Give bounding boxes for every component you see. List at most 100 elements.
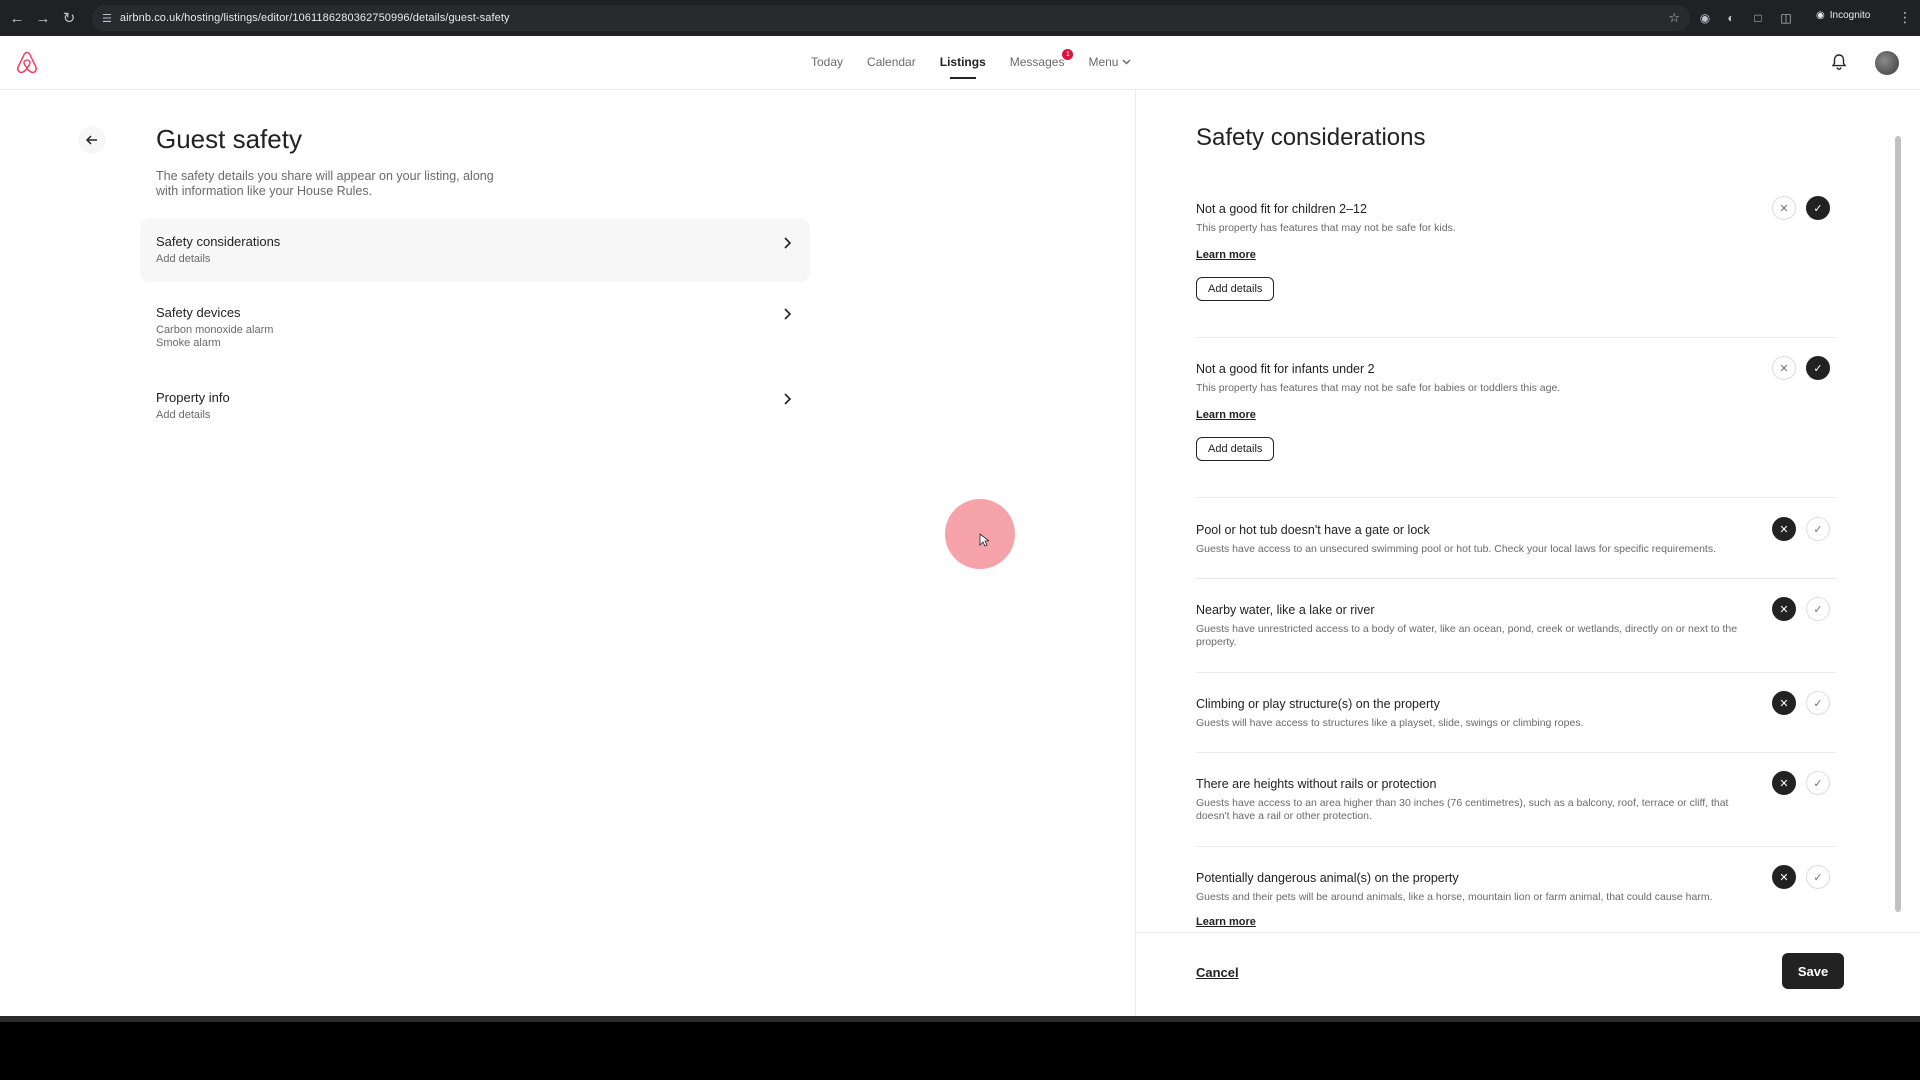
- extensions-puzzle-icon[interactable]: ◫: [1778, 10, 1794, 26]
- close-icon: ✕: [1779, 523, 1789, 536]
- yes-toggle[interactable]: ✓: [1806, 517, 1830, 541]
- cursor-icon: [979, 533, 989, 547]
- check-icon: ✓: [1813, 697, 1823, 710]
- item-description: Guests will have access to structures li…: [1196, 717, 1584, 729]
- close-icon: ✕: [1779, 777, 1789, 790]
- item-description: Guests and their pets will be around ani…: [1196, 891, 1713, 903]
- close-icon: ✕: [1779, 871, 1789, 884]
- messages-badge: 1: [1062, 49, 1074, 60]
- scrollbar-thumb[interactable]: [1895, 136, 1901, 912]
- row-sub: Smoke alarm: [156, 337, 221, 349]
- nav-menu-label: Menu: [1088, 55, 1119, 69]
- consideration-item: Potentially dangerous animal(s) on the p…: [1196, 865, 1836, 941]
- incognito-label: Incognito: [1829, 10, 1871, 21]
- item-description: Guests have unrestricted access to a bod…: [1196, 623, 1738, 648]
- cancel-button[interactable]: Cancel: [1196, 965, 1239, 980]
- property-info-row[interactable]: Property info Add details: [140, 374, 810, 438]
- learn-more-link[interactable]: Learn more: [1196, 409, 1836, 421]
- host-nav: Today Calendar Listings Messages 1 Menu: [811, 49, 1155, 79]
- extension-icon[interactable]: ◉: [1697, 10, 1713, 26]
- row-sub: Carbon monoxide alarm: [156, 324, 274, 336]
- safety-considerations-panel: Safety considerations Not a good fit for…: [1136, 90, 1920, 1016]
- check-icon: ✓: [1813, 202, 1823, 215]
- reload-icon[interactable]: ↻: [56, 5, 82, 31]
- yes-toggle[interactable]: ✓: [1806, 865, 1830, 889]
- item-title: Potentially dangerous animal(s) on the p…: [1196, 871, 1459, 885]
- check-icon: ✓: [1813, 362, 1823, 375]
- row-sub: Add details: [156, 253, 211, 265]
- nav-messages[interactable]: Messages 1: [1009, 49, 1074, 69]
- address-bar[interactable]: ☰ airbnb.co.uk/hosting/listings/editor/1…: [92, 5, 1690, 31]
- extension-icon[interactable]: □: [1750, 10, 1766, 26]
- add-details-button[interactable]: Add details: [1196, 277, 1275, 301]
- safety-devices-row[interactable]: Safety devices Carbon monoxide alarm Smo…: [140, 289, 810, 369]
- row-sub: Add details: [156, 409, 211, 421]
- url-text: airbnb.co.uk/hosting/listings/editor/106…: [119, 12, 510, 24]
- site-info-icon[interactable]: ☰: [102, 12, 112, 25]
- safety-considerations-row[interactable]: Safety considerations Add details: [140, 218, 810, 282]
- no-toggle[interactable]: ✕: [1772, 597, 1796, 621]
- airbnb-logo-icon[interactable]: [14, 50, 40, 76]
- consideration-item: There are heights without rails or prote…: [1196, 771, 1836, 847]
- bookmark-star-icon[interactable]: ☆: [1668, 10, 1680, 26]
- close-icon: ✕: [1779, 362, 1789, 375]
- no-toggle[interactable]: ✕: [1772, 356, 1796, 380]
- close-icon: ✕: [1779, 603, 1789, 616]
- yes-toggle[interactable]: ✓: [1806, 356, 1830, 380]
- yes-toggle[interactable]: ✓: [1806, 691, 1830, 715]
- item-title: Climbing or play structure(s) on the pro…: [1196, 697, 1440, 711]
- back-arrow-icon[interactable]: ←: [4, 5, 30, 31]
- item-title: There are heights without rails or prote…: [1196, 777, 1437, 791]
- save-button[interactable]: Save: [1782, 953, 1844, 989]
- add-details-button[interactable]: Add details: [1196, 437, 1275, 461]
- yes-toggle[interactable]: ✓: [1806, 771, 1830, 795]
- item-description: Guests have access to an area higher tha…: [1196, 797, 1729, 822]
- no-toggle[interactable]: ✕: [1772, 865, 1796, 889]
- chevron-right-icon: [784, 237, 792, 249]
- chevron-right-icon: [784, 308, 792, 320]
- no-toggle[interactable]: ✕: [1772, 517, 1796, 541]
- close-icon: ✕: [1779, 697, 1789, 710]
- item-description: Guests have access to an unsecured swimm…: [1196, 543, 1716, 555]
- yes-toggle[interactable]: ✓: [1806, 196, 1830, 220]
- no-toggle[interactable]: ✕: [1772, 691, 1796, 715]
- avatar[interactable]: [1875, 51, 1899, 75]
- page: Today Calendar Listings Messages 1 Menu: [0, 36, 1920, 1016]
- yes-toggle[interactable]: ✓: [1806, 597, 1830, 621]
- incognito-indicator[interactable]: ◉ Incognito: [1816, 10, 1870, 21]
- consideration-item: Climbing or play structure(s) on the pro…: [1196, 691, 1836, 753]
- consideration-item: Not a good fit for children 2–12 This pr…: [1196, 196, 1836, 338]
- screen: ← → ↻ ☰ airbnb.co.uk/hosting/listings/ed…: [0, 0, 1920, 1080]
- item-description: This property has features that may not …: [1196, 382, 1561, 394]
- page-subtitle: The safety details you share will appear…: [156, 169, 494, 198]
- learn-more-link[interactable]: Learn more: [1196, 249, 1836, 261]
- nav-menu[interactable]: Menu: [1088, 55, 1131, 69]
- incognito-icon: ◉: [1816, 10, 1825, 21]
- browser-menu-icon[interactable]: ⋮: [1898, 9, 1912, 26]
- back-button[interactable]: [78, 126, 106, 154]
- no-toggle[interactable]: ✕: [1772, 196, 1796, 220]
- learn-more-link[interactable]: Learn more: [1196, 916, 1836, 928]
- nav-listings[interactable]: Listings: [940, 55, 986, 79]
- close-icon: ✕: [1779, 202, 1789, 215]
- forward-arrow-icon[interactable]: →: [30, 5, 56, 31]
- item-title: Pool or hot tub doesn't have a gate or l…: [1196, 523, 1430, 537]
- extension-icon[interactable]: ◐: [1723, 10, 1739, 26]
- nav-today[interactable]: Today: [811, 55, 843, 69]
- check-icon: ✓: [1813, 871, 1823, 884]
- top-nav: Today Calendar Listings Messages 1 Menu: [0, 36, 1920, 90]
- nav-messages-label: Messages: [1009, 55, 1065, 69]
- chevron-down-icon: [1122, 59, 1131, 65]
- panel-footer: Cancel Save: [1136, 932, 1920, 1016]
- check-icon: ✓: [1813, 523, 1823, 536]
- no-toggle[interactable]: ✕: [1772, 771, 1796, 795]
- bell-icon[interactable]: [1831, 53, 1847, 71]
- page-title: Guest safety: [156, 124, 302, 154]
- nav-calendar[interactable]: Calendar: [867, 55, 916, 69]
- item-description: This property has features that may not …: [1196, 222, 1456, 234]
- row-title: Property info: [156, 390, 230, 405]
- browser-toolbar: ← → ↻ ☰ airbnb.co.uk/hosting/listings/ed…: [0, 0, 1920, 36]
- check-icon: ✓: [1813, 603, 1823, 616]
- item-title: Nearby water, like a lake or river: [1196, 603, 1375, 617]
- check-icon: ✓: [1813, 777, 1823, 790]
